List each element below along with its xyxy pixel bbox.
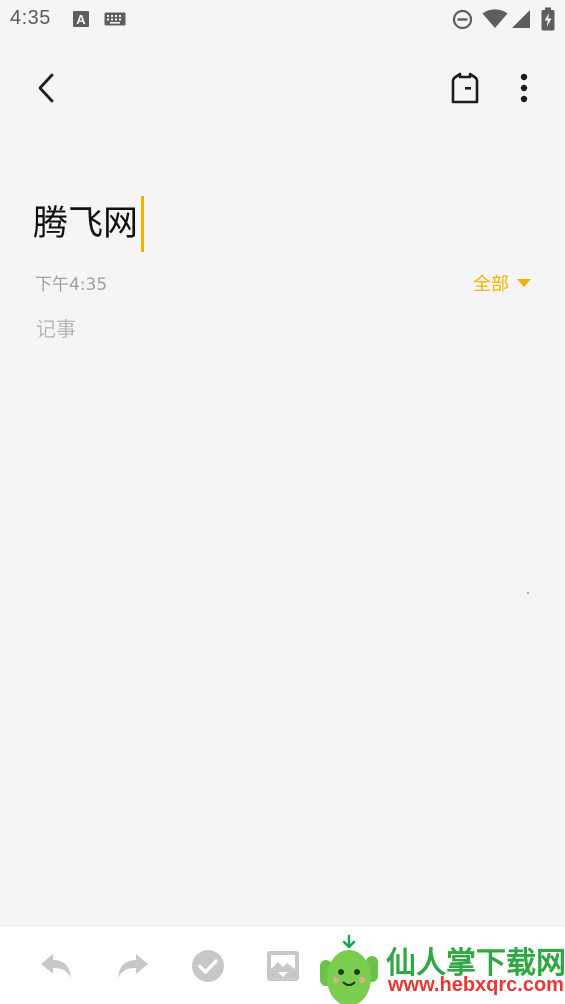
insert-image-button[interactable] (263, 946, 303, 986)
image-icon (267, 951, 299, 981)
keyboard-icon (104, 12, 126, 26)
stray-dot (527, 592, 529, 594)
note-body-field[interactable]: 记事 (36, 313, 526, 873)
status-bar: 4:35 A (0, 0, 565, 40)
folder-dropdown[interactable]: 全部 (473, 270, 531, 296)
tag-button[interactable] (443, 66, 487, 110)
more-vertical-icon (520, 73, 528, 103)
checklist-icon (192, 950, 224, 982)
chevron-left-icon (38, 73, 54, 103)
do-not-disturb-icon (452, 9, 473, 30)
text-cursor (141, 196, 145, 252)
font-a-icon: A (73, 11, 89, 27)
tag-outline-icon (451, 72, 479, 104)
back-button[interactable] (24, 66, 68, 110)
notes-editor-screen: 4:35 A 腾飞网 下午4:35 全部 记事 仙人掌下载网 www.hebxq… (0, 0, 565, 1004)
status-time: 4:35 (10, 7, 51, 29)
note-title-field[interactable]: 腾飞网 (33, 196, 145, 252)
checklist-button[interactable] (188, 946, 228, 986)
undo-icon (41, 954, 71, 978)
redo-button[interactable] (113, 946, 153, 986)
undo-button[interactable] (36, 946, 76, 986)
signal-icon (512, 10, 530, 28)
note-body-placeholder: 记事 (36, 317, 76, 341)
wifi-icon (482, 9, 508, 28)
bottom-toolbar (0, 925, 565, 1004)
folder-dropdown-label: 全部 (473, 274, 509, 295)
note-title-text: 腾飞网 (33, 204, 139, 244)
note-timestamp: 下午4:35 (35, 275, 108, 295)
triangle-down-icon (517, 279, 531, 287)
redo-icon (118, 954, 148, 978)
svg-text:A: A (76, 12, 86, 27)
more-options-button[interactable] (506, 66, 542, 110)
battery-charging-icon (541, 7, 555, 31)
